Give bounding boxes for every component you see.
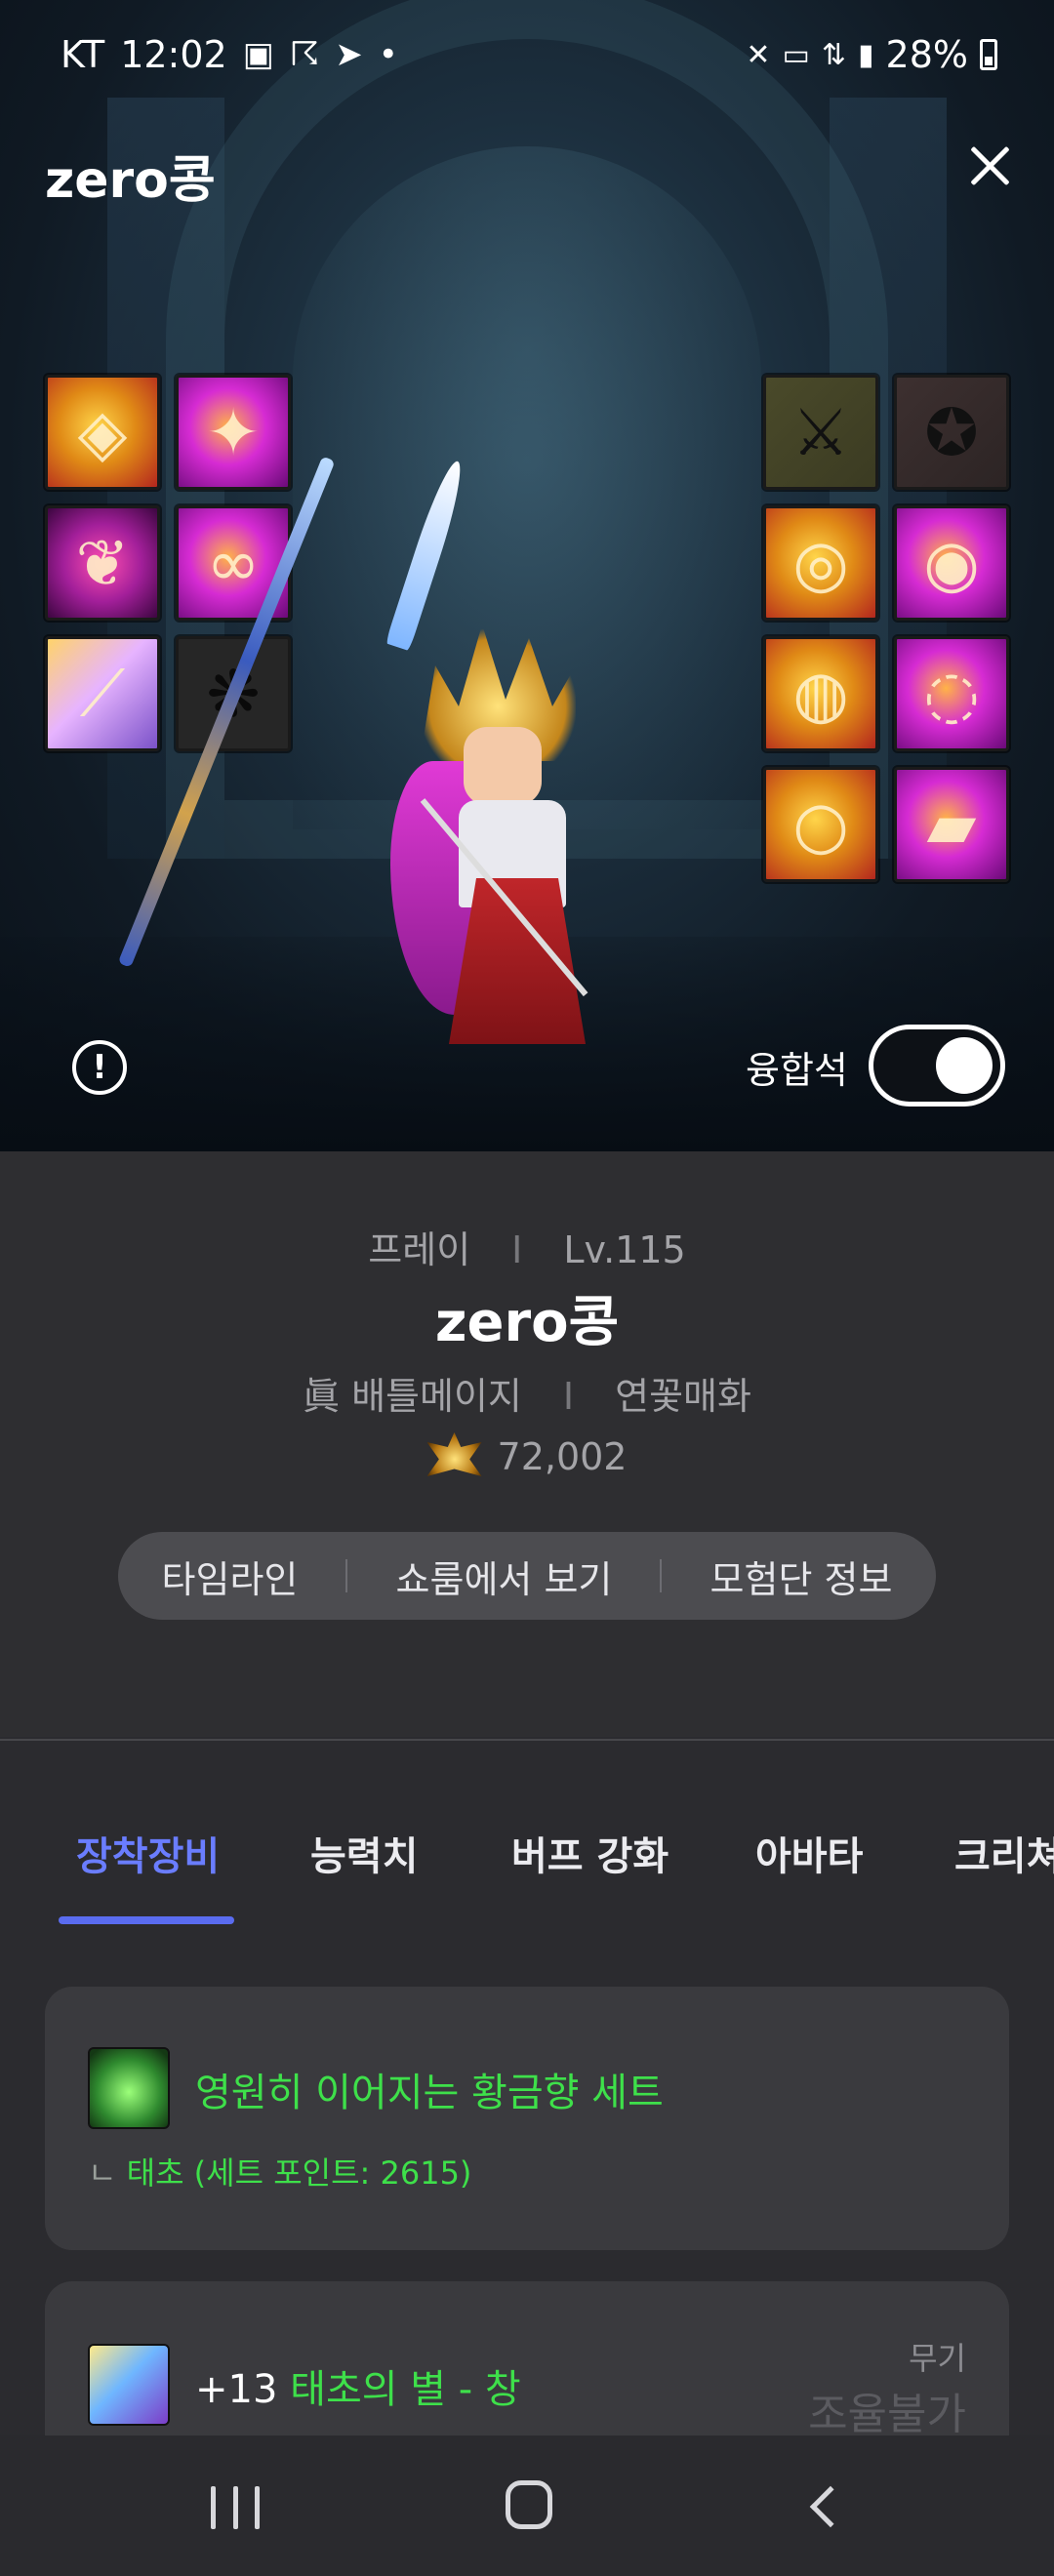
- section-divider: [0, 1739, 1054, 1741]
- equip-slot-earring[interactable]: ▰: [894, 767, 1009, 882]
- ring-icon: ◍: [792, 656, 849, 732]
- equip-slot-shoes[interactable]: ⟋: [45, 636, 160, 751]
- gold-emblem-icon: ◈: [77, 394, 128, 470]
- weapon-title: +13 태초의 별 - 창: [195, 2357, 521, 2414]
- tab-bar: 장착장비 능력치 버프 강화 아바타 크리쳐: [0, 1815, 1054, 1924]
- tab-equipment[interactable]: 장착장비: [76, 1825, 220, 1881]
- class-guild-line: 眞 배틀메이지 I 연꽃매화: [0, 1366, 1054, 1420]
- clock: 12:02: [120, 33, 227, 76]
- set-points: 태초 (세트 포인트: 2615): [126, 2154, 472, 2192]
- server-level-line: 프레이 I Lv.115: [0, 1220, 1054, 1273]
- showroom-button[interactable]: 쇼룸에서 보기: [396, 1550, 613, 1603]
- signal-icon: ▮: [858, 37, 874, 72]
- equip-slot-ring[interactable]: ◍: [763, 636, 878, 751]
- home-button[interactable]: [506, 2480, 552, 2529]
- carrier-label: KT: [61, 33, 105, 76]
- recent-apps-button[interactable]: [211, 2486, 260, 2529]
- close-button[interactable]: [960, 137, 1019, 195]
- tree-prefix: ㄴ: [88, 2154, 127, 2192]
- exclamation-icon: !: [92, 1048, 107, 1087]
- gold-bar-icon: [88, 2047, 170, 2129]
- character-name: zero콩: [434, 1291, 620, 1354]
- mute-icon: ✕: [746, 37, 771, 72]
- weapon-type: 무기: [909, 2340, 966, 2377]
- timeline-button[interactable]: 타임라인: [162, 1550, 299, 1603]
- divider: [345, 1559, 348, 1592]
- spear-icon: [88, 2344, 170, 2426]
- separator: I: [511, 1228, 523, 1271]
- telegram-icon: ➤: [335, 35, 363, 74]
- dot-icon: •: [378, 35, 398, 74]
- fame-line: 72,002: [0, 1432, 1054, 1481]
- fusion-toggle[interactable]: [869, 1025, 1005, 1107]
- character-class: 眞 배틀메이지: [303, 1375, 522, 1418]
- ring-icon: ◎: [792, 525, 849, 601]
- toggle-knob: [936, 1037, 993, 1094]
- fusion-label: 융합석: [746, 1049, 848, 1092]
- status-bar: KT 12:02 ▣ ☈ ➤ • ✕ ▭ ⇅ ▮ 28%: [0, 0, 1054, 107]
- equip-slot-shoulder[interactable]: ◈: [45, 375, 160, 490]
- system-nav-bar: [0, 2435, 1054, 2576]
- equip-slot-bracelet[interactable]: ◎: [763, 505, 878, 621]
- battery-percent: 28%: [885, 33, 968, 76]
- cape-icon: ❦: [75, 525, 130, 601]
- armor-icon: ✦: [206, 394, 261, 470]
- equip-slot-support[interactable]: ◌: [894, 636, 1009, 751]
- tab-buff[interactable]: 버프 강화: [511, 1825, 669, 1881]
- fame-icon: [426, 1432, 482, 1476]
- equip-slot-necklace[interactable]: ◉: [894, 505, 1009, 621]
- separator: I: [562, 1375, 575, 1418]
- 5g-icon: ⇅: [821, 37, 847, 72]
- equip-slot-magic-stone[interactable]: ○: [763, 767, 878, 882]
- character-head: [464, 727, 542, 805]
- weapon-glow-icon: ⟋: [79, 655, 126, 731]
- notification-icon: ☈: [289, 35, 320, 74]
- ring-icon: ◌: [923, 656, 980, 732]
- equip-slot-bottom[interactable]: ❦: [45, 505, 160, 621]
- weapon-name: 태초의 별 - 창: [290, 2367, 521, 2412]
- ring-icon: ◉: [923, 525, 980, 601]
- set-title: 영원히 이어지는 황금향 세트: [195, 2071, 664, 2115]
- character-level: Lv.115: [563, 1228, 686, 1271]
- character-showcase: KT 12:02 ▣ ☈ ➤ • ✕ ▭ ⇅ ▮ 28% zero콩 ◈ ✦ ❦…: [0, 0, 1054, 1151]
- sword-icon: ⚔: [791, 394, 850, 470]
- tab-stats[interactable]: 능력치: [310, 1825, 418, 1881]
- guild-name: 연꽃매화: [615, 1375, 751, 1418]
- page-title: zero콩: [45, 151, 216, 210]
- hd-icon: ▭: [782, 37, 810, 72]
- action-pill: 타임라인 쇼룸에서 보기 모험단 정보: [118, 1532, 936, 1620]
- enhance-level: +13: [195, 2367, 278, 2412]
- medal-icon: ✪: [924, 394, 979, 470]
- tune-status: 조율불가: [808, 2390, 966, 2439]
- info-button[interactable]: !: [72, 1040, 127, 1095]
- equip-slot-title[interactable]: ✪: [894, 375, 1009, 490]
- back-button[interactable]: [809, 2485, 852, 2528]
- equip-slot-top[interactable]: ✦: [176, 375, 291, 490]
- battery-icon: [980, 39, 997, 70]
- equip-slot-weapon[interactable]: ⚔: [763, 375, 878, 490]
- set-subtitle: ㄴ 태초 (세트 포인트: 2615): [88, 2149, 471, 2194]
- ring-icon: ○: [792, 786, 849, 863]
- tab-avatar[interactable]: 아바타: [755, 1825, 863, 1881]
- active-tab-indicator: [59, 1916, 234, 1924]
- bar-icon: ▰: [926, 786, 977, 863]
- profile-section: 프레이 I Lv.115 zero콩 眞 배틀메이지 I 연꽃매화 72,002 타임라…: [0, 1151, 1054, 1737]
- divider: [660, 1559, 663, 1592]
- set-card[interactable]: 영원히 이어지는 황금향 세트 ㄴ 태초 (세트 포인트: 2615): [45, 1987, 1009, 2250]
- fame-value: 72,002: [497, 1435, 628, 1478]
- gallery-icon: ▣: [242, 35, 274, 74]
- adventure-info-button[interactable]: 모험단 정보: [710, 1550, 893, 1603]
- server-name: 프레이: [368, 1228, 471, 1271]
- tab-creature[interactable]: 크리쳐: [954, 1825, 1054, 1881]
